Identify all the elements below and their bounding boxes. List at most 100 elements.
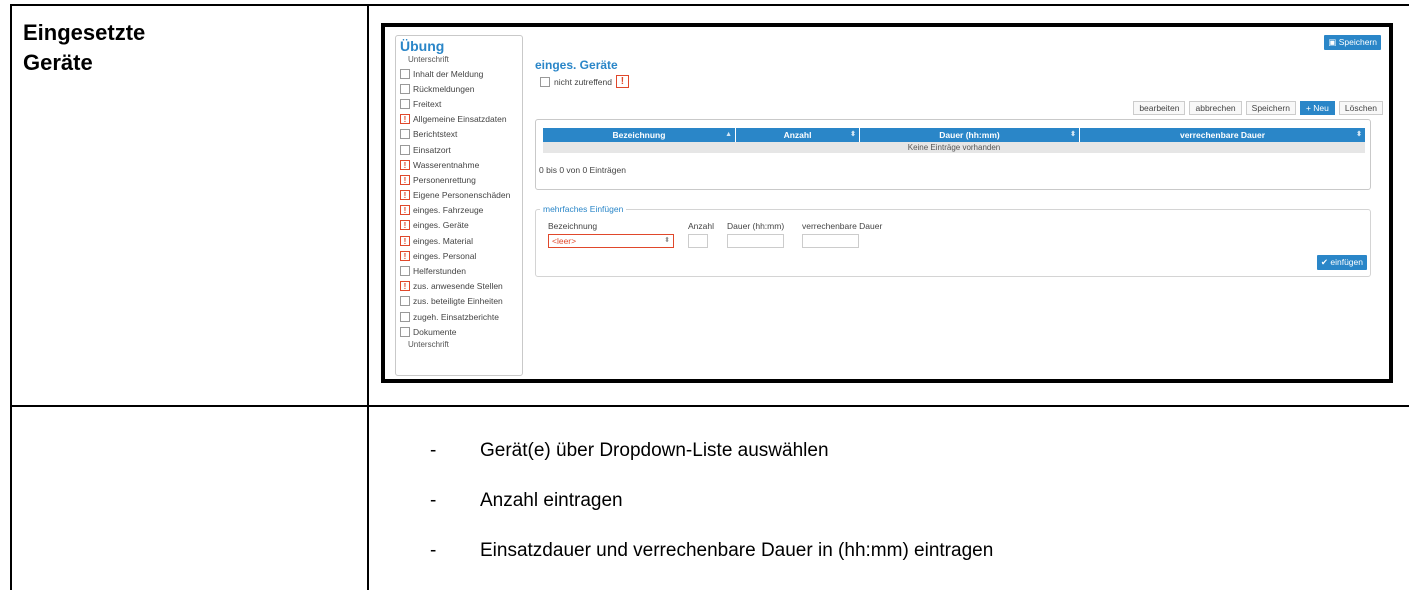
bullet-dash: - bbox=[430, 490, 437, 511]
warning-icon: ! bbox=[400, 190, 410, 201]
sidebar-item[interactable]: ! einges. Personal bbox=[396, 248, 522, 263]
sidebar-item-label: zugeh. Einsatzberichte bbox=[413, 311, 499, 322]
bullet-dash: - bbox=[430, 540, 437, 561]
label-bezeichnung: Bezeichnung bbox=[548, 221, 598, 231]
toolbar: bearbeiten abbrechen Speichern + Neu Lös… bbox=[1133, 101, 1383, 115]
checkbox-icon bbox=[400, 98, 410, 109]
grid-empty-row: Keine Einträge vorhanden bbox=[543, 142, 1365, 153]
warning-icon: ! bbox=[615, 75, 629, 88]
heading-line-2: Geräte bbox=[23, 50, 93, 75]
sidebar-item[interactable]: ! einges. Geräte bbox=[396, 218, 522, 233]
save-button[interactable]: Speichern bbox=[1245, 101, 1296, 115]
sidebar-item-label: Dokumente bbox=[413, 326, 457, 337]
checkbox-icon bbox=[400, 311, 410, 322]
sidebar-item[interactable]: Rückmeldungen bbox=[396, 81, 522, 96]
bullet-dash: - bbox=[430, 440, 437, 461]
checkbox-icon bbox=[400, 68, 410, 79]
save-top-button[interactable]: ▣ Speichern bbox=[1324, 35, 1381, 50]
bezeichnung-select-value: <leer> bbox=[552, 236, 577, 246]
grid-header: Bezeichnung ▲ Anzahl ⬍ Dauer (hh:mm) ⬍ verr… bbox=[543, 128, 1365, 142]
sidebar-item[interactable]: ! zus. anwesende Stellen bbox=[396, 279, 522, 294]
label-verrechenbare-dauer: verrechenbare Dauer bbox=[802, 221, 883, 231]
checkbox-icon bbox=[400, 326, 410, 337]
column-header-label: verrechenbare Dauer bbox=[1179, 130, 1266, 140]
sidebar-item[interactable]: ! Wasserentnahme bbox=[396, 157, 522, 172]
bezeichnung-select[interactable]: <leer> ⬍ bbox=[548, 234, 674, 248]
table-border-left bbox=[10, 4, 12, 590]
verrechenbare-dauer-input[interactable] bbox=[802, 234, 859, 248]
column-header-anzahl[interactable]: Anzahl ⬍ bbox=[736, 128, 860, 142]
checkbox-icon bbox=[400, 296, 410, 307]
bullet-text: Gerät(e) über Dropdown-Liste auswählen bbox=[480, 440, 829, 461]
sidebar-item[interactable]: Berichtstext bbox=[396, 127, 522, 142]
sidebar: Übung Unterschrift Inhalt der Meldung Rüc… bbox=[395, 35, 523, 376]
sidebar-item-label: einges. Fahrzeuge bbox=[413, 205, 484, 216]
label-dauer: Dauer (hh:mm) bbox=[727, 221, 785, 231]
warning-icon: ! bbox=[400, 281, 410, 292]
sidebar-item[interactable]: Dokumente bbox=[396, 324, 522, 339]
column-header-label: Anzahl bbox=[783, 130, 812, 140]
sidebar-item-label: Berichtstext bbox=[413, 129, 458, 140]
checkmark-icon: ✔ bbox=[1320, 257, 1331, 267]
sidebar-item[interactable]: Helferstunden bbox=[396, 263, 522, 278]
sidebar-item-label: einges. Material bbox=[413, 235, 474, 246]
sort-icon: ▲ bbox=[725, 131, 732, 138]
sidebar-item-label: Eigene Personenschäden bbox=[413, 190, 511, 201]
row-heading: Eingesetzte Geräte bbox=[23, 18, 145, 78]
sidebar-item[interactable]: ! Personenrettung bbox=[396, 172, 522, 187]
edit-button[interactable]: bearbeiten bbox=[1133, 101, 1186, 115]
sidebar-item-label: Freitext bbox=[413, 98, 442, 109]
insert-button[interactable]: ✔ einfügen bbox=[1316, 255, 1367, 270]
anzahl-input[interactable] bbox=[688, 234, 708, 248]
warning-icon: ! bbox=[400, 205, 410, 216]
checkbox-icon bbox=[400, 129, 410, 140]
dauer-input[interactable] bbox=[727, 234, 784, 248]
label-anzahl: Anzahl bbox=[688, 221, 714, 231]
sidebar-sub-bottom: Unterschrift bbox=[408, 340, 449, 350]
sort-icon: ⬍ bbox=[1356, 131, 1362, 138]
delete-button[interactable]: Löschen bbox=[1338, 101, 1383, 115]
grid-info: 0 bis 0 von 0 Einträgen bbox=[539, 165, 626, 175]
sidebar-item-label: zus. beteiligte Einheiten bbox=[413, 296, 503, 307]
sidebar-sub-top: Unterschrift bbox=[408, 55, 449, 64]
sort-icon: ⬍ bbox=[850, 131, 856, 138]
column-header-verrechenbare-dauer[interactable]: verrechenbare Dauer ⬍ bbox=[1080, 128, 1365, 142]
new-button[interactable]: + Neu bbox=[1299, 101, 1335, 115]
checkbox-icon bbox=[400, 266, 410, 277]
cancel-button[interactable]: abbrechen bbox=[1189, 101, 1242, 115]
sidebar-item[interactable]: ! Eigene Personenschäden bbox=[396, 188, 522, 203]
sidebar-item[interactable]: ! einges. Material bbox=[396, 233, 522, 248]
sidebar-item[interactable]: zus. beteiligte Einheiten bbox=[396, 294, 522, 309]
chevron-down-icon: ⬍ bbox=[664, 237, 670, 244]
main-title: einges. Geräte bbox=[535, 58, 618, 72]
sidebar-items: Inhalt der Meldung Rückmeldungen Freitext!… bbox=[396, 66, 522, 339]
sidebar-item[interactable]: Inhalt der Meldung bbox=[396, 66, 522, 81]
sidebar-item-label: Inhalt der Meldung bbox=[413, 68, 484, 79]
bullet-text: Anzahl eintragen bbox=[480, 490, 623, 511]
not-applicable-checkbox[interactable] bbox=[540, 76, 550, 87]
app-screenshot: ▣ Speichern Übung Unterschrift Inhalt de… bbox=[381, 23, 1393, 383]
heading-line-1: Eingesetzte bbox=[23, 20, 146, 45]
column-header-bezeichnung[interactable]: Bezeichnung ▲ bbox=[543, 128, 736, 142]
sidebar-item[interactable]: ! einges. Fahrzeuge bbox=[396, 203, 522, 218]
sidebar-item-label: Einsatzort bbox=[413, 144, 451, 155]
warning-icon: ! bbox=[400, 159, 410, 170]
sidebar-item-label: zus. anwesende Stellen bbox=[413, 281, 503, 292]
sidebar-item[interactable]: zugeh. Einsatzberichte bbox=[396, 309, 522, 324]
warning-icon: ! bbox=[400, 114, 410, 125]
sidebar-item[interactable]: ! Allgemeine Einsatzdaten bbox=[396, 112, 522, 127]
not-applicable-label: nicht zutreffend bbox=[554, 76, 612, 87]
sidebar-item[interactable]: Freitext bbox=[396, 96, 522, 111]
sidebar-item-label: Personenrettung bbox=[413, 174, 476, 185]
sidebar-item-label: Allgemeine Einsatzdaten bbox=[413, 114, 507, 125]
table-row-divider bbox=[10, 405, 1409, 407]
table-column-divider bbox=[367, 4, 369, 590]
new-label: Neu bbox=[1313, 103, 1329, 113]
sidebar-item[interactable]: Einsatzort bbox=[396, 142, 522, 157]
column-header-dauer[interactable]: Dauer (hh:mm) ⬍ bbox=[860, 128, 1080, 142]
multi-insert-fieldset: mehrfaches Einfügen Bezeichnung Anzahl D… bbox=[535, 204, 1371, 277]
checkbox-icon bbox=[400, 144, 410, 155]
checkbox-icon bbox=[400, 83, 410, 94]
sort-icon: ⬍ bbox=[1070, 131, 1076, 138]
multi-insert-legend: mehrfaches Einfügen bbox=[540, 204, 627, 214]
